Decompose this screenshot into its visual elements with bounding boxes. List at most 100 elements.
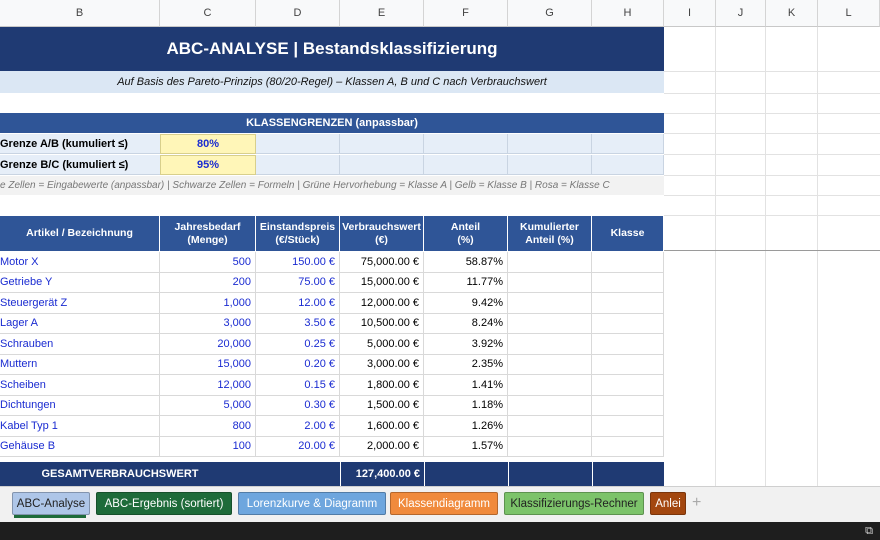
kumuliert-cell[interactable] (508, 354, 592, 375)
total-empty[interactable] (592, 462, 664, 486)
artikel-name[interactable]: Dichtungen (0, 395, 160, 416)
anteil-cell[interactable]: 1.57% (424, 436, 508, 457)
sheet-tab[interactable]: Lorenzkurve & Diagramm (238, 492, 386, 515)
kumuliert-cell[interactable] (508, 375, 592, 396)
anteil-cell[interactable]: 11.77% (424, 272, 508, 293)
table-header-verbrauchswert[interactable]: Verbrauchswert (€) (340, 216, 424, 251)
jahresbedarf-cell[interactable]: 20,000 (160, 334, 256, 355)
artikel-name[interactable]: Muttern (0, 354, 160, 375)
grenze-ab-empty[interactable] (592, 134, 664, 154)
grenze-bc-empty[interactable] (508, 155, 592, 175)
einstandspreis-cell[interactable]: 12.00 € (256, 293, 340, 314)
grenze-bc-input[interactable]: 95% (160, 155, 256, 175)
grenze-ab-empty[interactable] (256, 134, 340, 154)
total-empty[interactable] (424, 462, 508, 486)
klasse-cell[interactable] (592, 272, 664, 293)
grenze-bc-empty[interactable] (340, 155, 424, 175)
add-sheet-icon[interactable]: + (692, 494, 701, 512)
column-header-B[interactable]: B (0, 0, 160, 27)
einstandspreis-cell[interactable]: 3.50 € (256, 313, 340, 334)
sheet-tab[interactable]: Klassifizierungs-Rechner (504, 492, 644, 515)
table-header-jahresbedarf[interactable]: Jahresbedarf (Menge) (160, 216, 256, 251)
kumuliert-cell[interactable] (508, 313, 592, 334)
einstandspreis-cell[interactable]: 0.15 € (256, 375, 340, 396)
artikel-name[interactable]: Gehäuse B (0, 436, 160, 457)
jahresbedarf-cell[interactable]: 500 (160, 252, 256, 273)
jahresbedarf-cell[interactable]: 200 (160, 272, 256, 293)
jahresbedarf-cell[interactable]: 3,000 (160, 313, 256, 334)
verbrauchswert-cell[interactable]: 2,000.00 € (340, 436, 424, 457)
jahresbedarf-cell[interactable]: 800 (160, 416, 256, 437)
column-header-K[interactable]: K (766, 0, 818, 27)
spreadsheet-grid[interactable]: B C D E F G H I J K L ABC-ANALYSE | Best… (0, 0, 880, 486)
klasse-cell[interactable] (592, 334, 664, 355)
kumuliert-cell[interactable] (508, 293, 592, 314)
anteil-cell[interactable]: 3.92% (424, 334, 508, 355)
anteil-cell[interactable]: 1.26% (424, 416, 508, 437)
anteil-cell[interactable]: 1.41% (424, 375, 508, 396)
grenze-ab-empty[interactable] (424, 134, 508, 154)
klasse-cell[interactable] (592, 252, 664, 273)
verbrauchswert-cell[interactable]: 1,600.00 € (340, 416, 424, 437)
grenze-ab-empty[interactable] (340, 134, 424, 154)
grenze-ab-label[interactable]: Grenze A/B (kumuliert ≤) (0, 134, 160, 154)
grenze-ab-input[interactable]: 80% (160, 134, 256, 154)
column-header-I[interactable]: I (664, 0, 716, 27)
sheet-tab[interactable]: ABC-Analyse (12, 492, 90, 515)
artikel-name[interactable]: Getriebe Y (0, 272, 160, 293)
klasse-cell[interactable] (592, 416, 664, 437)
sheet-tab[interactable]: ABC-Ergebnis (sortiert) (96, 492, 232, 515)
verbrauchswert-cell[interactable]: 15,000.00 € (340, 272, 424, 293)
artikel-name[interactable]: Lager A (0, 313, 160, 334)
grenze-bc-empty[interactable] (424, 155, 508, 175)
kumuliert-cell[interactable] (508, 334, 592, 355)
klasse-cell[interactable] (592, 313, 664, 334)
column-header-C[interactable]: C (160, 0, 256, 27)
jahresbedarf-cell[interactable]: 100 (160, 436, 256, 457)
klassengrenzen-header[interactable]: KLASSENGRENZEN (anpassbar) (0, 113, 664, 133)
verbrauchswert-cell[interactable]: 10,500.00 € (340, 313, 424, 334)
jahresbedarf-cell[interactable]: 15,000 (160, 354, 256, 375)
table-header-einstandspreis[interactable]: Einstandspreis (€/Stück) (256, 216, 340, 251)
table-header-anteil[interactable]: Anteil (%) (424, 216, 508, 251)
anteil-cell[interactable]: 2.35% (424, 354, 508, 375)
einstandspreis-cell[interactable]: 0.30 € (256, 395, 340, 416)
klasse-cell[interactable] (592, 375, 664, 396)
verbrauchswert-cell[interactable]: 5,000.00 € (340, 334, 424, 355)
sheet-tab[interactable]: Klassendiagramm (390, 492, 498, 515)
einstandspreis-cell[interactable]: 75.00 € (256, 272, 340, 293)
artikel-name[interactable]: Motor X (0, 252, 160, 273)
anteil-cell[interactable]: 9.42% (424, 293, 508, 314)
jahresbedarf-cell[interactable]: 5,000 (160, 395, 256, 416)
verbrauchswert-cell[interactable]: 1,500.00 € (340, 395, 424, 416)
table-header-kumuliert[interactable]: Kumulierter Anteil (%) (508, 216, 592, 251)
grenze-bc-empty[interactable] (592, 155, 664, 175)
grenze-ab-empty[interactable] (508, 134, 592, 154)
verbrauchswert-cell[interactable]: 3,000.00 € (340, 354, 424, 375)
anteil-cell[interactable]: 58.87% (424, 252, 508, 273)
klasse-cell[interactable] (592, 436, 664, 457)
kumuliert-cell[interactable] (508, 436, 592, 457)
jahresbedarf-cell[interactable]: 1,000 (160, 293, 256, 314)
klasse-cell[interactable] (592, 354, 664, 375)
total-label[interactable]: GESAMTVERBRAUCHSWERT (0, 462, 340, 486)
klasse-cell[interactable] (592, 293, 664, 314)
verbrauchswert-cell[interactable]: 1,800.00 € (340, 375, 424, 396)
column-header-J[interactable]: J (716, 0, 766, 27)
table-header-artikel[interactable]: Artikel / Bezeichnung (0, 216, 160, 251)
legend-note[interactable]: e Zellen = Eingabewerte (anpassbar) | Sc… (0, 176, 664, 195)
artikel-name[interactable]: Scheiben (0, 375, 160, 396)
jahresbedarf-cell[interactable]: 12,000 (160, 375, 256, 396)
einstandspreis-cell[interactable]: 20.00 € (256, 436, 340, 457)
kumuliert-cell[interactable] (508, 272, 592, 293)
klasse-cell[interactable] (592, 395, 664, 416)
kumuliert-cell[interactable] (508, 395, 592, 416)
grenze-bc-label[interactable]: Grenze B/C (kumuliert ≤) (0, 155, 160, 175)
verbrauchswert-cell[interactable]: 75,000.00 € (340, 252, 424, 273)
artikel-name[interactable]: Kabel Typ 1 (0, 416, 160, 437)
grenze-bc-empty[interactable] (256, 155, 340, 175)
total-empty[interactable] (508, 462, 592, 486)
column-header-F[interactable]: F (424, 0, 508, 27)
einstandspreis-cell[interactable]: 150.00 € (256, 252, 340, 273)
verbrauchswert-cell[interactable]: 12,000.00 € (340, 293, 424, 314)
